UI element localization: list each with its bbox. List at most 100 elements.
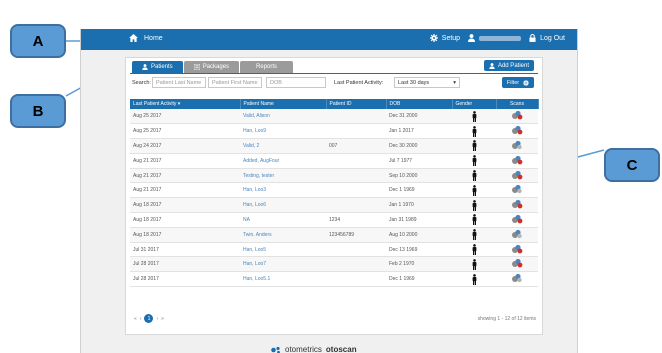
dob-cell: Jan 31 1989 [386, 212, 452, 228]
scans-cell[interactable] [496, 123, 538, 140]
patient-id-cell [326, 256, 386, 273]
col-header-id[interactable]: Patient ID [326, 99, 387, 109]
scan-ears-icon [512, 274, 522, 283]
table-row[interactable]: Aug 18 2017 Twin, Anders 123456789 Aug 10 2… [130, 227, 538, 243]
dob-cell: Feb 2 1970 [386, 256, 452, 273]
logout-label: Log Out [540, 34, 565, 42]
scans-cell[interactable] [496, 242, 538, 258]
dob-cell: Dec 1 1969 [386, 271, 452, 288]
table-row[interactable]: Jul 28 2017 Han, Loo7 Feb 2 1970 [130, 256, 538, 273]
scan-ears-icon [512, 229, 522, 238]
gender-cell [452, 271, 496, 288]
patient-id-cell: 007 [326, 138, 386, 154]
home-icon [129, 34, 138, 42]
next-page-icon[interactable]: › [156, 316, 158, 322]
col-header-activity[interactable]: Last Patient Activity ▾ [130, 99, 241, 109]
scan-ears-icon [512, 170, 523, 179]
first-page-icon[interactable]: « [134, 316, 137, 322]
logout-link[interactable]: Log Out [529, 34, 565, 42]
scans-cell[interactable] [496, 182, 538, 199]
activity-cell: Aug 21 2017 [130, 153, 240, 169]
col-header-dob[interactable]: DOB [386, 99, 453, 109]
gender-cell [452, 227, 496, 243]
patient-name-link[interactable]: Twin, Anders [240, 227, 326, 243]
table-row[interactable]: Aug 18 2017 NA 1234 Jan 31 1989 [130, 212, 538, 228]
activity-cell: Aug 18 2017 [130, 212, 240, 228]
add-patient-button[interactable]: Add Patient [483, 60, 534, 71]
last-name-input[interactable]: Patient Last Name [152, 77, 206, 88]
dob-cell: Dec 30 2000 [386, 138, 452, 154]
scans-cell[interactable] [496, 212, 538, 228]
scans-cell[interactable] [496, 227, 538, 243]
col-header-gender[interactable]: Gender [452, 99, 497, 109]
col-header-name[interactable]: Patient Name [240, 99, 327, 109]
tab-reports-label: Reports [256, 64, 278, 70]
person-icon [472, 229, 476, 241]
col-header-scans[interactable]: Scans [496, 99, 539, 109]
scans-cell[interactable] [496, 197, 538, 214]
caret-down-icon: ▾ [453, 79, 456, 86]
patient-name-link[interactable]: Han, Loo3 [240, 182, 326, 199]
filter-label: Filter [506, 79, 520, 86]
patient-name-link[interactable]: Han, Loo5 [240, 242, 326, 258]
patient-name-link[interactable]: Han, Loo6 [240, 197, 326, 214]
tab-patients[interactable]: Patients [132, 61, 183, 73]
activity-cell: Jul 31 2017 [130, 242, 240, 258]
table-row[interactable]: Aug 24 2017 Valid, 2 007 Dec 30 2000 [130, 138, 538, 154]
patient-id-cell: 1234 [326, 212, 386, 228]
prev-page-icon[interactable]: ‹ [140, 316, 142, 322]
scans-cell[interactable] [496, 138, 538, 154]
gender-cell [452, 168, 496, 184]
filter-button[interactable]: Filter [502, 77, 534, 88]
scans-cell[interactable] [496, 271, 538, 288]
patient-name-link[interactable]: Han, Loo9 [240, 123, 326, 140]
dob-cell: Dec 31 2000 [386, 109, 452, 125]
scans-cell[interactable] [496, 153, 538, 169]
page-number-current[interactable]: 1 [144, 314, 154, 323]
patient-name-link[interactable]: Han, Loo7 [240, 256, 326, 273]
patient-name-link[interactable]: Valid, 2 [240, 138, 326, 154]
table-body: Aug 25 2017 Valid, Alison Dec 31 2000 Aug 2… [130, 109, 538, 288]
table-row[interactable]: Aug 21 2017 Testing, tester Sep 10 2000 [130, 168, 538, 184]
scan-ears-icon [512, 244, 523, 253]
patient-name-link[interactable]: Han, Loo5.1 [240, 271, 326, 288]
home-link[interactable]: Home [129, 34, 163, 42]
last-page-icon[interactable]: » [161, 316, 164, 322]
gender-cell [452, 197, 496, 214]
table-row[interactable]: Jul 31 2017 Han, Loo5 Dec 13 1969 [130, 242, 538, 258]
table-row[interactable]: Aug 25 2017 Valid, Alison Dec 31 2000 [130, 109, 538, 125]
tab-patients-label: Patients [151, 64, 173, 70]
list-icon [193, 64, 200, 70]
tab-packages[interactable]: Packages [183, 61, 240, 73]
patient-name-link[interactable]: Valid, Alison [240, 109, 326, 125]
patient-id-cell [326, 168, 386, 184]
patient-name-link[interactable]: NA [240, 212, 326, 228]
person-icon [472, 155, 476, 167]
table-row[interactable]: Aug 18 2017 Han, Loo6 Jan 1 1970 [130, 197, 538, 214]
table-row[interactable]: Aug 25 2017 Han, Loo9 Jan 1 2017 [130, 123, 538, 140]
patient-id-cell [326, 197, 386, 214]
scan-ears-icon [512, 111, 523, 120]
activity-select[interactable]: Last 30 days ▾ [394, 77, 460, 88]
scans-cell[interactable] [496, 168, 538, 184]
gender-cell [452, 242, 496, 258]
activity-cell: Aug 25 2017 [130, 109, 240, 125]
tab-reports[interactable]: Reports [240, 61, 294, 73]
dob-input[interactable]: DOB [266, 77, 326, 88]
table-row[interactable]: Aug 21 2017 Han, Loo3 Dec 1 1969 [130, 182, 538, 199]
patients-table: Last Patient Activity ▾ Patient Name Pat… [130, 99, 539, 288]
patient-name-link[interactable]: Testing, tester [240, 168, 326, 184]
patient-name-link[interactable]: Added, AugFour [240, 153, 326, 169]
table-row[interactable]: Aug 21 2017 Added, AugFour Jul 7 1977 [130, 153, 538, 169]
person-icon [472, 199, 476, 211]
user-name-redacted [479, 35, 522, 41]
user-menu[interactable] [468, 34, 522, 42]
scans-cell[interactable] [496, 109, 538, 125]
setup-link[interactable]: Setup [429, 34, 460, 42]
table-row[interactable]: Jul 28 2017 Han, Loo5.1 Dec 1 1969 [130, 271, 538, 288]
first-name-input[interactable]: Patient First Name [208, 77, 262, 88]
scan-ears-icon [512, 200, 523, 209]
gender-cell [452, 123, 496, 140]
scans-cell[interactable] [496, 256, 538, 273]
gender-cell [452, 256, 496, 273]
